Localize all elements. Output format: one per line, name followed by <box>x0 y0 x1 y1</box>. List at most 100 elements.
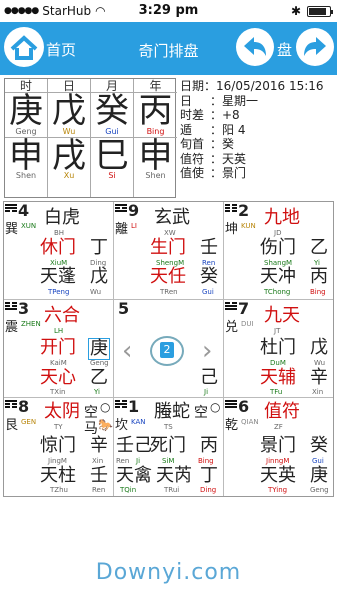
palace-gua: 坤 <box>225 222 239 237</box>
god-pinyin: JD <box>274 229 282 237</box>
star-stem-pinyin: Yi <box>94 388 100 396</box>
palace-number: 3 <box>18 300 30 318</box>
info-zhishi: ：景门 <box>210 166 247 180</box>
pillar-stem: 戊 <box>52 91 86 131</box>
star-label: 天冲 <box>260 266 296 287</box>
palace-number: 9 <box>128 202 140 220</box>
palace-3[interactable]: 3 震 ZHEN 六合 LH 开门 KaiM 庚 Geng 天心 TXin 乙 … <box>4 300 114 398</box>
star-stem: 辛 <box>310 367 328 388</box>
palace-8[interactable]: 8 艮 GEN 太阴 TY 空 ○ 马 🐎 惊门 JingM 辛 Xin 天柱 … <box>4 398 114 496</box>
info-key: 遁 <box>180 122 193 137</box>
info-date: 日期：16/05/2016 15:16 <box>180 79 324 93</box>
door-stem: 庚 <box>88 338 110 360</box>
palace-gua-pinyin: XUN <box>21 222 37 230</box>
god-pinyin: JT <box>274 327 281 335</box>
star-stem-pinyin: Wu <box>90 288 102 296</box>
god-label: 值符 <box>264 401 300 422</box>
door-stem-pinyin: Gui <box>312 457 324 465</box>
palace-gua: 坎 <box>115 418 129 433</box>
star-label: 天蓬 <box>40 266 76 287</box>
god-label: 九天 <box>264 305 300 326</box>
prev-arrow-icon[interactable]: ‹ <box>122 336 132 366</box>
next-arrow-icon[interactable]: › <box>202 336 212 366</box>
palace-gua: 兑 <box>225 320 239 335</box>
pillar-day: 日 戊 Wu 戌 Xu <box>48 79 91 197</box>
back-button[interactable] <box>236 28 274 66</box>
palace-gua-pinyin: ZHEN <box>21 320 41 328</box>
watermark: Downyi.com <box>95 560 242 585</box>
palace-4[interactable]: 4 巽 XUN 白虎 BH 休门 XiuM 丁 Ding 天蓬 TPeng 戊 … <box>4 202 114 300</box>
star-label: 天任 <box>150 266 186 287</box>
trigram-icon <box>115 400 127 409</box>
star-stem: 己 <box>200 367 218 388</box>
star-stem-pinyin: Bing <box>310 288 326 296</box>
trigram-icon <box>225 400 237 409</box>
battery-icon <box>307 5 333 17</box>
info-timezone: ：+8 <box>210 108 240 122</box>
pillar-stem: 庚 <box>9 91 43 131</box>
star-stem-2-pinyin: Ding <box>200 486 217 494</box>
palace-2[interactable]: 2 坤 KUN 九地 JD 伤门 ShangM 乙 Yi 天冲 TChong 丙… <box>224 202 333 300</box>
door-stem: 乙 <box>310 237 328 258</box>
pillar-branch: 戌 <box>48 137 90 174</box>
pan-label[interactable]: 盘 <box>277 39 292 60</box>
door-stem-2: 己 <box>134 435 152 456</box>
info-xunshou: ：癸 <box>210 137 235 151</box>
star-pinyin: TYing <box>268 486 288 494</box>
palace-9[interactable]: 9 離 LI 玄武 XW 生门 ShengM 壬 Ren 天任 TRen 癸 G… <box>114 202 224 300</box>
pillar-branch: 申 <box>5 137 47 174</box>
palace-gua-pinyin: GEN <box>21 418 37 426</box>
door-stem-pinyin: Wu <box>314 359 326 367</box>
door-stem: 癸 <box>310 435 328 456</box>
palace-7[interactable]: 7 兑 DUI 九天 JT 杜门 DuM 戊 Wu 天辅 TFu 辛 Xin <box>224 300 333 398</box>
trigram-icon <box>5 204 17 213</box>
pillar-stem: 丙 <box>138 91 173 131</box>
palace-gua: 乾 <box>225 418 239 433</box>
door-pinyin: KaiM <box>50 359 67 367</box>
god-pinyin: XW <box>164 229 176 237</box>
star-stem-pinyin: Ren <box>92 486 106 494</box>
horse-icon: 🐎 <box>98 418 113 432</box>
back-arrow-icon <box>244 37 266 56</box>
forward-button[interactable] <box>296 28 334 66</box>
palace-gua: 艮 <box>5 418 19 433</box>
pillar-branch: 申 <box>134 137 177 174</box>
info-key: 值符 <box>180 151 205 166</box>
trigram-icon <box>5 302 17 311</box>
star-pinyin: TPeng <box>48 288 70 296</box>
door-pinyin: SiM <box>162 457 175 465</box>
door-stem: 壬 <box>200 237 218 258</box>
palace-6[interactable]: 6 乾 QIAN 值符 ZF 景门 JinngM 癸 Gui 天英 TYing … <box>224 398 333 496</box>
god-pinyin: TS <box>164 423 173 431</box>
palace-grid: 4 巽 XUN 白虎 BH 休门 XiuM 丁 Ding 天蓬 TPeng 戊 … <box>3 201 334 497</box>
trigram-icon <box>225 302 237 311</box>
palace-gua-pinyin: KUN <box>241 222 256 230</box>
palace-number: 8 <box>18 398 30 416</box>
star-stem-pinyin: Xin <box>312 388 324 396</box>
palace-5[interactable]: 5 ‹ 2 › 己 Ji <box>114 300 224 398</box>
door-label: 杜门 <box>260 337 296 358</box>
palace-gua-pinyin: DUI <box>241 320 254 328</box>
palace-1[interactable]: 1 坎 KAN 螣蛇 TS 空 ○ 壬 Ren 死门 SiM 己 Ji 丙 Bi… <box>114 398 224 496</box>
trigram-icon <box>115 204 127 213</box>
info-key: 日 <box>180 93 193 108</box>
clock: 3:29 pm <box>138 3 199 18</box>
star-stem-pinyin: Ji <box>204 388 209 396</box>
door-stem-pinyin: Geng <box>90 359 109 367</box>
god-pinyin: LH <box>54 327 64 335</box>
door-pinyin: JingM <box>48 457 67 465</box>
star-pinyin: TFu <box>270 388 283 396</box>
door-label: 景门 <box>260 435 296 456</box>
star-pinyin: TZhu <box>50 486 68 494</box>
door-label: 开门 <box>40 337 76 358</box>
palace-number: 1 <box>128 398 140 416</box>
star-label: 天心 <box>40 367 76 388</box>
door-label: 生门 <box>150 237 186 258</box>
pillar-stem: 癸 <box>95 91 129 131</box>
door-pinyin: DuM <box>270 359 286 367</box>
palace-number: 6 <box>238 398 250 416</box>
empty-circle-icon: ○ <box>100 400 111 414</box>
door-stem-2-pinyin: Ji <box>136 457 141 465</box>
door-stem: 丙 <box>200 435 218 456</box>
pillar-month: 月 癸 Gui 巳 Si <box>91 79 134 197</box>
